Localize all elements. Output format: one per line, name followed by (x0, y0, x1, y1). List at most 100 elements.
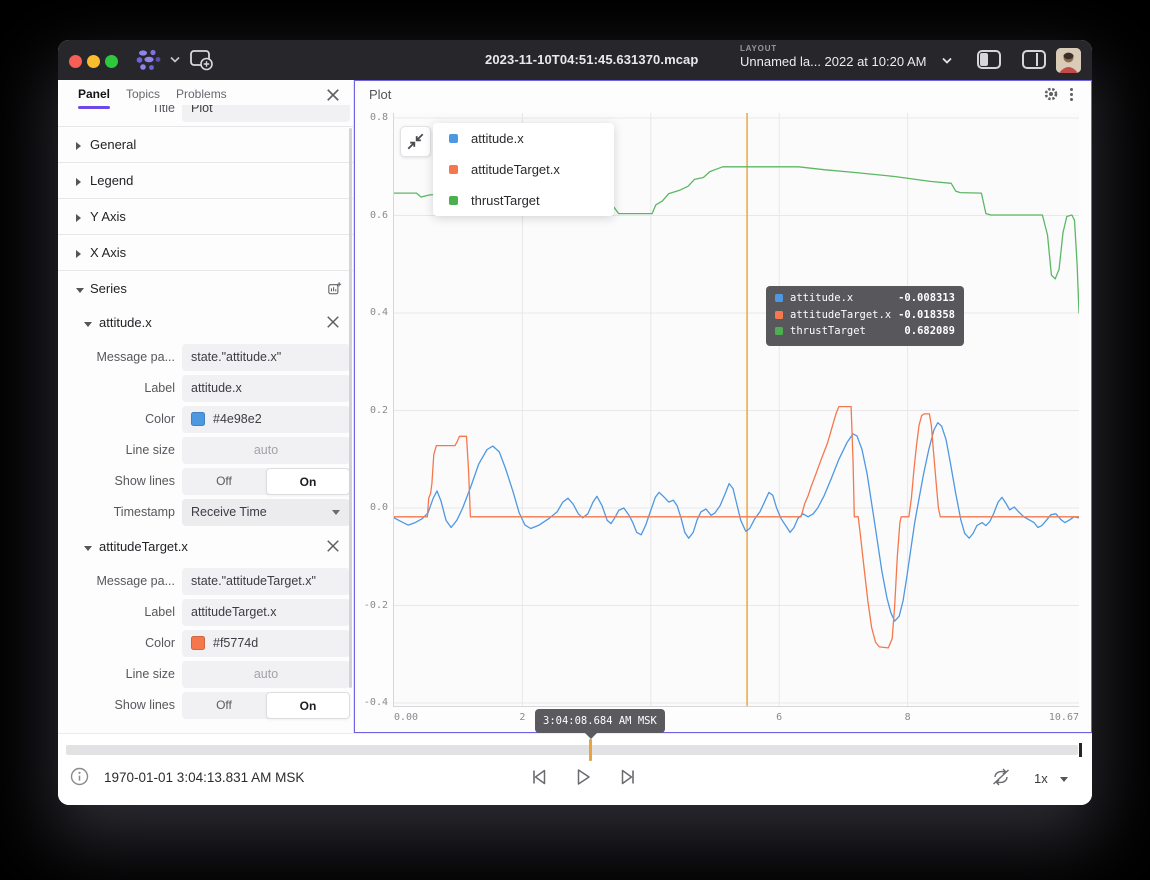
label-input[interactable]: attitudeTarget.x (182, 599, 350, 626)
tab-problems[interactable]: Problems (176, 87, 227, 101)
x-tick-label: 2 (519, 712, 525, 723)
show-lines-off[interactable]: Off (182, 468, 266, 495)
add-panel-icon[interactable] (189, 49, 215, 72)
x-tick-label: 0.00 (394, 712, 418, 723)
line-size-input[interactable]: auto (182, 437, 350, 464)
section-y-axis[interactable]: Y Axis (58, 198, 353, 234)
layout-selector[interactable]: LAYOUT Unnamed la... 2022 at 10:20 AM (740, 44, 940, 69)
panel-settings-gear-icon[interactable] (1043, 86, 1059, 102)
tooltip-row: thrustTarget 0.682089 (775, 324, 955, 341)
message-path-label: Message pa... (58, 574, 175, 588)
series-fields-attitude-target-x: Message pa... state."attitudeTarget.x" L… (58, 564, 353, 719)
show-lines-off[interactable]: Off (182, 692, 266, 719)
close-window-button[interactable] (69, 55, 82, 68)
legend-swatch[interactable] (449, 196, 458, 205)
tooltip-swatch (775, 327, 783, 335)
loop-disabled-icon[interactable] (990, 767, 1012, 787)
chevron-down-icon (332, 510, 340, 515)
timestamp-select[interactable]: Receive Time (182, 499, 350, 526)
left-sidebar-toggle[interactable] (977, 50, 1001, 69)
seek-forward-button[interactable] (617, 766, 639, 788)
x-tick-label: 8 (905, 712, 911, 723)
legend-item-attitude-x[interactable]: attitude.x (433, 123, 614, 154)
right-sidebar-toggle[interactable] (1022, 50, 1046, 69)
legend-collapse-button[interactable] (400, 126, 431, 157)
series-header-attitude-x[interactable]: attitude.x (58, 306, 353, 340)
y-axis-labels: 0.80.60.40.20.0-0.2-0.4 (355, 113, 390, 706)
show-lines-on[interactable]: On (266, 468, 350, 495)
playback-timestamp: 1970-01-01 3:04:13.831 AM MSK (104, 770, 304, 785)
playback-controls (528, 766, 639, 793)
playback-playhead[interactable] (589, 739, 592, 761)
color-swatch[interactable] (191, 412, 205, 426)
line-size-input[interactable]: auto (182, 661, 350, 688)
data-source-title[interactable]: 2023-11-10T04:51:45.631370.mcap (485, 52, 715, 67)
chevron-right-icon (76, 142, 81, 150)
x-axis-labels: 0.00246810.67 (394, 712, 1079, 726)
y-tick-label: 0.4 (370, 307, 388, 318)
message-path-label: Message pa... (58, 350, 175, 364)
message-path-input[interactable]: state."attitude.x" (182, 344, 350, 371)
settings-sidebar: Panel Topics Problems Title Plot General… (58, 80, 354, 733)
message-path-input[interactable]: state."attitudeTarget.x" (182, 568, 350, 595)
tab-panel[interactable]: Panel (78, 87, 110, 101)
playback-right-controls: 1x (990, 767, 1080, 792)
info-icon[interactable] (70, 767, 89, 786)
show-lines-on[interactable]: On (266, 692, 350, 719)
maximize-window-button[interactable] (105, 55, 118, 68)
legend-swatch[interactable] (449, 165, 458, 174)
scrolled-title-row: Title Plot (58, 105, 353, 126)
app-window: 2023-11-10T04:51:45.631370.mcap LAYOUT U… (58, 40, 1092, 805)
minimize-window-button[interactable] (87, 55, 100, 68)
plot-panel: Plot 0.80.60.40.20.0-0.2-0.4 0.00246810.… (354, 80, 1092, 733)
playback-scrubber[interactable] (66, 745, 1078, 755)
section-general[interactable]: General (58, 126, 353, 162)
data-source-chevron-icon[interactable] (170, 56, 180, 63)
title-field[interactable]: Plot (182, 105, 350, 122)
legend-swatch[interactable] (449, 134, 458, 143)
section-legend[interactable]: Legend (58, 162, 353, 198)
chevron-right-icon (76, 178, 81, 186)
close-sidebar-icon[interactable] (326, 88, 340, 102)
label-input[interactable]: attitude.x (182, 375, 350, 402)
chevron-down-icon (76, 288, 84, 293)
color-input[interactable]: #f5774d (182, 630, 350, 657)
sidebar-scrollbar[interactable] (349, 128, 352, 688)
tooltip-swatch (775, 294, 783, 302)
sidebar-tabs: Panel Topics Problems (58, 80, 353, 105)
tooltip-row: attitude.x -0.008313 (775, 291, 955, 308)
section-x-axis[interactable]: X Axis (58, 234, 353, 270)
chevron-down-icon[interactable] (1060, 777, 1068, 782)
add-series-icon[interactable] (328, 281, 342, 295)
color-label: Color (58, 636, 175, 650)
remove-series-icon[interactable] (326, 539, 340, 553)
color-input[interactable]: #4e98e2 (182, 406, 350, 433)
line-size-label: Line size (58, 667, 175, 681)
user-avatar[interactable] (1056, 48, 1081, 73)
scrubber-hover-tooltip: 3:04:08.684 AM MSK (535, 709, 665, 733)
plot-panel-header: Plot (355, 81, 1091, 107)
y-tick-label: 0.8 (370, 112, 388, 123)
tab-topics[interactable]: Topics (126, 87, 160, 101)
remove-series-icon[interactable] (326, 315, 340, 329)
plot-panel-title: Plot (369, 87, 391, 102)
show-lines-toggle: Off On (182, 468, 350, 495)
legend-item-thrust-target[interactable]: thrustTarget (433, 185, 614, 216)
series-header-attitude-target-x[interactable]: attitudeTarget.x (58, 530, 353, 564)
color-swatch[interactable] (191, 636, 205, 650)
plot-legend-overlay: attitude.x attitudeTarget.x thrustTarget (433, 123, 614, 216)
timestamp-label: Timestamp (58, 505, 175, 519)
play-button[interactable] (572, 766, 594, 788)
panel-menu-kebab-icon[interactable] (1064, 86, 1078, 102)
tooltip-swatch (775, 311, 783, 319)
show-lines-label: Show lines (58, 474, 175, 488)
legend-item-attitude-target-x[interactable]: attitudeTarget.x (433, 154, 614, 185)
chevron-right-icon (76, 214, 81, 222)
playback-speed[interactable]: 1x (1034, 771, 1048, 786)
foxglove-logo-icon[interactable] (134, 47, 166, 73)
y-tick-label: 0.0 (370, 502, 388, 513)
series-fields-attitude-x: Message pa... state."attitude.x" Label a… (58, 340, 353, 526)
section-series[interactable]: Series (58, 270, 353, 306)
seek-backward-button[interactable] (528, 766, 550, 788)
layout-chevron-icon[interactable] (942, 57, 952, 64)
